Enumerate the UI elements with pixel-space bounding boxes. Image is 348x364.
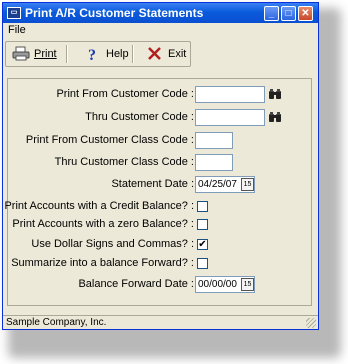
label-statement-date: Statement Date : — [111, 178, 194, 190]
zero-balance-checkbox[interactable] — [197, 219, 208, 230]
binoculars-icon[interactable] — [268, 111, 282, 123]
options-panel: Print From Customer Code : Thru Customer… — [4, 78, 312, 306]
toolbar-separator — [66, 45, 68, 63]
thru-customer-code-input[interactable] — [195, 109, 265, 126]
calendar-icon[interactable]: 15 — [241, 278, 254, 291]
printer-icon — [12, 46, 30, 62]
exit-label: Exit — [168, 48, 187, 60]
question-icon: ? — [84, 46, 102, 64]
resize-grip-icon[interactable] — [306, 318, 316, 328]
thru-class-code-input[interactable] — [195, 154, 233, 171]
status-bar: Sample Company, Inc. — [3, 315, 318, 329]
toolbar: Print ? Help Exit — [5, 41, 191, 67]
close-icon: ✕ — [301, 8, 310, 19]
from-customer-code-input[interactable] — [195, 86, 265, 103]
label-dollar-signs: Use Dollar Signs and Commas? : — [31, 238, 194, 250]
exit-x-icon — [146, 46, 164, 62]
status-company: Sample Company, Inc. — [6, 317, 107, 328]
label-balance-forward-date: Balance Forward Date : — [78, 278, 194, 290]
binoculars-icon[interactable] — [268, 88, 282, 100]
minimize-button[interactable]: _ — [264, 6, 279, 21]
summarize-checkbox[interactable] — [197, 258, 208, 269]
menu-file[interactable]: File — [8, 24, 26, 36]
label-credit-balance: Print Accounts with a Credit Balance? : — [4, 200, 194, 212]
label-zero-balance: Print Accounts with a zero Balance? : — [12, 218, 194, 230]
print-label: Print — [34, 48, 57, 60]
maximize-button[interactable]: □ — [281, 6, 296, 21]
close-button[interactable]: ✕ — [298, 6, 313, 21]
toolbar-separator — [132, 45, 134, 63]
help-label: Help — [106, 48, 129, 60]
calendar-icon[interactable]: 15 — [241, 178, 254, 191]
app-icon: ▭ — [7, 7, 21, 19]
label-print-from-class-code: Print From Customer Class Code : — [25, 134, 194, 146]
help-button[interactable]: ? Help — [84, 44, 129, 64]
menu-bar: File — [3, 23, 318, 37]
minimize-icon: _ — [268, 8, 275, 19]
checkmark-icon: ✔ — [198, 239, 207, 250]
title-bar[interactable]: ▭ Print A/R Customer Statements _ □ ✕ — [3, 3, 318, 23]
statements-window: ▭ Print A/R Customer Statements _ □ ✕ Fi… — [2, 2, 319, 330]
from-class-code-input[interactable] — [195, 132, 233, 149]
label-thru-class-code: Thru Customer Class Code : — [54, 156, 194, 168]
window-title: Print A/R Customer Statements — [25, 6, 204, 20]
dollar-signs-checkbox[interactable]: ✔ — [197, 239, 208, 250]
credit-balance-checkbox[interactable] — [197, 201, 208, 212]
maximize-icon: □ — [285, 8, 292, 19]
label-thru-customer-code: Thru Customer Code : — [85, 111, 194, 123]
label-print-from-customer-code: Print From Customer Code : — [56, 88, 194, 100]
label-summarize: Summarize into a balance Forward? : — [11, 257, 194, 269]
print-button[interactable]: Print — [12, 44, 57, 64]
exit-button[interactable]: Exit — [146, 44, 186, 64]
svg-text:?: ? — [88, 47, 96, 62]
